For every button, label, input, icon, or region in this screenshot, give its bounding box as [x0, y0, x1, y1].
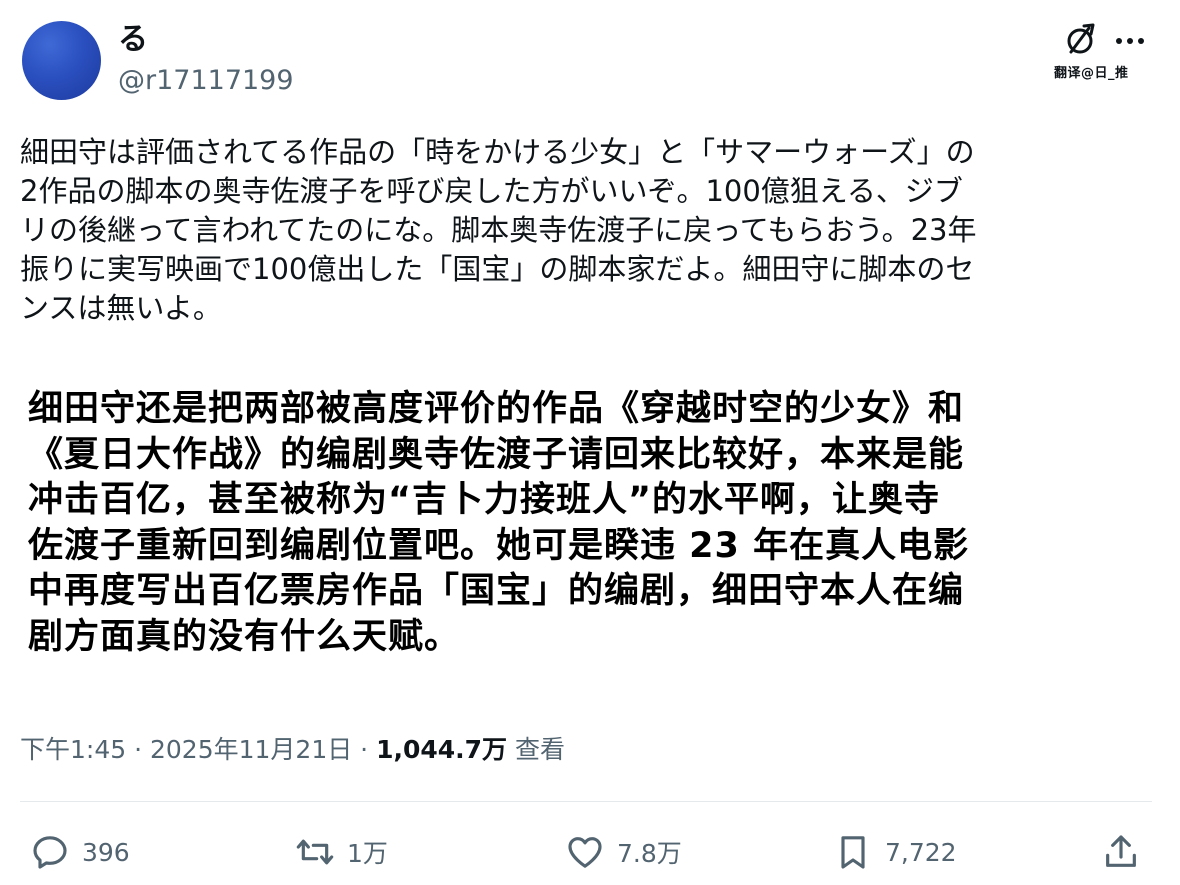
- translation-line: 剧方面真的没有什么天赋。: [28, 616, 461, 657]
- repost-count: 1万: [347, 839, 388, 868]
- translate-icon[interactable]: [1062, 22, 1098, 58]
- more-icon[interactable]: [1112, 36, 1148, 46]
- tweet-original-text: 細田守は評価されてる作品の「時をかける少女」と「サマーウォーズ」の 2作品の脚本…: [20, 133, 1160, 328]
- bookmark-icon: [841, 836, 865, 869]
- translation-line: 《夏日大作战》的编剧奥寺佐渡子请回来比较好，本来是能: [28, 434, 965, 475]
- reply-button[interactable]: 396: [30, 830, 130, 874]
- meta-separator: ·: [352, 735, 377, 764]
- original-line: 振りに実写映画で100億出した「国宝」の脚本家だよ。細田守に脚本のセ: [20, 252, 975, 286]
- original-line: ンスは無いよ。: [20, 291, 222, 325]
- divider: [20, 801, 1152, 802]
- author-handle[interactable]: @r17117199: [118, 64, 294, 98]
- avatar[interactable]: [22, 21, 101, 100]
- translation-line: 细田守还是把两部被高度评价的作品《穿越时空的少女》和: [28, 389, 965, 429]
- translate-label: 翻译@日_推: [1054, 66, 1129, 81]
- original-line: 2作品の脚本の奥寺佐渡子を呼び戻した方がいいぞ。100億狙える、ジブ: [20, 174, 963, 208]
- original-line: リの後継って言われてたのにな。脚本奥寺佐渡子に戻ってもらおう。23年: [20, 213, 977, 247]
- bookmark-count: 7,722: [885, 837, 957, 867]
- translation-line: 冲击百亿，甚至被称为“吉卜力接班人”的水平啊，让奥寺: [28, 480, 941, 520]
- view-count: 1,044.7万: [376, 735, 508, 764]
- like-count: 7.8万: [617, 839, 682, 868]
- tweet-time[interactable]: 下午1:45: [20, 735, 126, 764]
- share-icon[interactable]: [1101, 832, 1141, 872]
- repost-button[interactable]: 1万: [295, 830, 388, 874]
- repost-icon: [296, 839, 334, 865]
- reply-count: 396: [82, 837, 130, 867]
- tweet-meta: 下午1:45 · 2025年11月21日 · 1,044.7万 查看: [20, 733, 565, 767]
- translation-line: 佐渡子重新回到编剧位置吧。她可是睽违 23 年在真人电影: [28, 525, 970, 566]
- view-label: 查看: [507, 735, 566, 764]
- author-display-name[interactable]: る: [118, 22, 148, 58]
- meta-separator: ·: [126, 735, 150, 764]
- tweet-toolbar: 翻译@日_推: [1048, 22, 1158, 82]
- tweet-translation-text: 细田守还是把两部被高度评价的作品《穿越时空的少女》和 《夏日大作战》的编剧奥寺佐…: [28, 387, 1168, 660]
- like-button[interactable]: 7.8万: [565, 830, 682, 874]
- heart-icon: [568, 837, 602, 868]
- tweet-actions: 396 1万 7.8万 7,722: [0, 822, 1180, 882]
- bookmark-button[interactable]: 7,722: [833, 830, 957, 874]
- tweet-date[interactable]: 2025年11月21日: [150, 735, 352, 764]
- translation-line: 中再度写出百亿票房作品「国宝」的编剧，细田守本人在编: [28, 571, 965, 611]
- reply-icon: [33, 836, 67, 869]
- original-line: 細田守は評価されてる作品の「時をかける少女」と「サマーウォーズ」の: [20, 135, 975, 169]
